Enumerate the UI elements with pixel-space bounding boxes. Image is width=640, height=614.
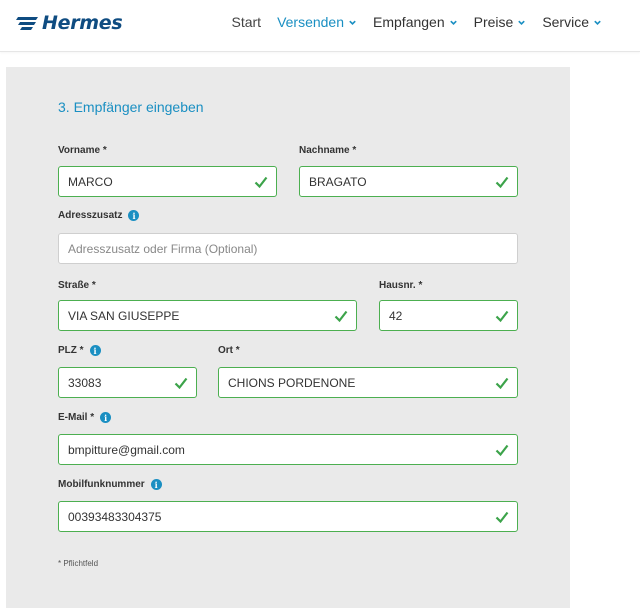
strasse-field[interactable] [58, 300, 357, 331]
hausnr-label: Hausnr. * [379, 280, 422, 291]
adresszusatz-input[interactable] [68, 241, 517, 256]
vorname-input[interactable] [68, 174, 276, 189]
check-icon [254, 176, 268, 189]
nav-label: Service [542, 14, 589, 30]
nachname-label-text: Nachname * [299, 145, 357, 156]
vorname-label: Vorname * [58, 145, 107, 156]
chevron-down-icon [518, 20, 526, 25]
hausnr-field[interactable] [379, 300, 518, 331]
strasse-label-text: Straße * [58, 280, 96, 291]
check-icon [174, 377, 188, 390]
plz-field[interactable] [58, 367, 197, 398]
adresszusatz-field[interactable] [58, 233, 518, 264]
email-label: E-Mail * i [58, 412, 112, 423]
plz-label: PLZ * i [58, 345, 101, 356]
nav-label: Start [231, 14, 262, 30]
check-icon [495, 377, 509, 390]
vorname-field[interactable] [58, 166, 277, 197]
ort-input[interactable] [228, 375, 517, 390]
chevron-down-icon [594, 20, 601, 25]
email-label-text: E-Mail * [58, 412, 95, 423]
site-header: Hermes Start Versenden Empfangen Preise … [0, 0, 640, 52]
info-icon[interactable]: i [128, 210, 140, 221]
strasse-input[interactable] [68, 308, 356, 323]
info-icon[interactable]: i [89, 345, 101, 356]
check-icon [495, 444, 509, 457]
nachname-field[interactable] [299, 166, 518, 197]
nachname-input[interactable] [309, 174, 517, 189]
info-icon[interactable]: i [100, 412, 112, 423]
nav-item-empfangen[interactable]: Empfangen [373, 14, 458, 30]
adresszusatz-label-text: Adresszusatz [58, 210, 123, 221]
hermes-logo[interactable]: Hermes [16, 10, 123, 36]
plz-label-text: PLZ * [58, 345, 84, 356]
ort-label: Ort * [218, 345, 240, 356]
email-input[interactable] [68, 442, 517, 457]
recipient-form-panel: 3. Empfänger eingeben Vorname * Nachname… [6, 67, 570, 608]
nav-label: Versenden [277, 14, 345, 30]
nav-item-start[interactable]: Start [231, 14, 261, 30]
ort-label-text: Ort * [218, 345, 240, 356]
email-field[interactable] [58, 434, 518, 465]
form-title: 3. Empfänger eingeben [58, 99, 204, 115]
strasse-label: Straße * [58, 280, 96, 291]
nav-item-service[interactable]: Service [542, 14, 602, 30]
nav-item-versenden[interactable]: Versenden [277, 14, 357, 30]
check-icon [495, 310, 509, 323]
brand-name: Hermes [42, 12, 123, 34]
info-icon[interactable]: i [150, 479, 162, 490]
adresszusatz-label: Adresszusatz i [58, 210, 140, 221]
nachname-label: Nachname * [299, 145, 356, 156]
mobil-field[interactable] [58, 501, 518, 532]
chevron-down-icon [349, 20, 356, 25]
check-icon [495, 511, 509, 524]
hermes-logo-icon [16, 17, 38, 30]
chevron-down-icon [449, 20, 457, 25]
nav-label: Preise [473, 14, 514, 30]
ort-field[interactable] [218, 367, 518, 398]
required-footnote: * Pflichtfeld [58, 559, 99, 568]
mobil-input[interactable] [68, 509, 517, 524]
main-nav: Start Versenden Empfangen Preise Service [231, 14, 602, 30]
check-icon [334, 310, 348, 323]
hausnr-label-text: Hausnr. * [379, 280, 423, 291]
nav-label: Empfangen [373, 14, 445, 30]
mobil-label: Mobilfunknummer i [58, 479, 162, 490]
check-icon [495, 176, 509, 189]
mobil-label-text: Mobilfunknummer [58, 479, 145, 490]
nav-item-preise[interactable]: Preise [474, 14, 527, 30]
vorname-label-text: Vorname * [58, 145, 107, 156]
